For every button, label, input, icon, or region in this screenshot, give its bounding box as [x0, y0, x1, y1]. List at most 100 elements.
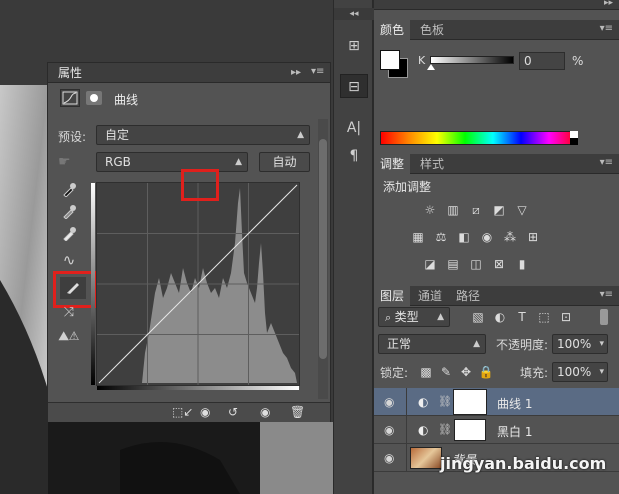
- adjustment-layer-icon: ◐: [418, 395, 429, 409]
- fill-input[interactable]: 100% ▾: [552, 362, 608, 382]
- lock-pixels-icon[interactable]: ✎: [438, 365, 454, 379]
- panel-menu-icon[interactable]: ▾≡: [600, 157, 613, 168]
- link-icon[interactable]: ⛓: [438, 395, 452, 408]
- curves-graph[interactable]: [91, 182, 300, 390]
- tab-styles[interactable]: 样式: [414, 154, 450, 174]
- layers-empty-area: [374, 472, 619, 494]
- delete-icon[interactable]: 🗑: [290, 405, 305, 419]
- channel-mixer-icon[interactable]: ⁂: [502, 230, 518, 244]
- warning-icon[interactable]: ⛰⚠: [56, 325, 82, 347]
- opacity-label: 不透明度:: [496, 338, 549, 352]
- k-channel-label: K: [418, 54, 426, 67]
- history-icon[interactable]: ⊞: [340, 34, 368, 58]
- right-panels: ▸▸ 颜色 色板 ▾≡ K 0 % 调整 样式 ▾≡ 添加调整 ☼ ▥ ⧄ ◩ …: [374, 0, 619, 494]
- photo-filter-icon[interactable]: ◉: [479, 230, 495, 244]
- opacity-input[interactable]: 100% ▾: [552, 334, 608, 354]
- panel-collapse-bar[interactable]: ▸▸: [374, 0, 619, 10]
- curve-draw-icon[interactable]: ∿: [56, 249, 82, 271]
- color-tabbar: 颜色 色板 ▾≡: [374, 20, 619, 40]
- dropdown-arrow-icon: ▲: [437, 312, 444, 322]
- tab-channels[interactable]: 通道: [412, 286, 448, 306]
- layer-name[interactable]: 黑白 1: [497, 423, 532, 440]
- layer-name[interactable]: 曲线 1: [497, 395, 532, 412]
- mask-thumbnail[interactable]: [453, 389, 487, 415]
- lock-transparent-icon[interactable]: ▩: [418, 365, 434, 379]
- auto-button[interactable]: 自动: [259, 152, 310, 172]
- eye-icon[interactable]: ◉: [384, 423, 398, 437]
- tab-layers[interactable]: 图层: [374, 286, 411, 306]
- filter-smart-icon[interactable]: ⊡: [558, 310, 574, 324]
- paragraph-icon[interactable]: ¶: [340, 144, 368, 168]
- gradient-map-icon[interactable]: ▮: [514, 257, 530, 271]
- blend-mode-value: 正常: [387, 337, 412, 351]
- properties-tabbar: 属性 ▸▸ ▾≡: [48, 63, 330, 83]
- levels-icon[interactable]: ▥: [445, 203, 461, 217]
- color-ramp[interactable]: [380, 131, 578, 145]
- pencil-icon[interactable]: [60, 277, 86, 299]
- dropdown-arrow-icon: ▲: [297, 130, 304, 140]
- color-lookup-icon[interactable]: ⊞: [525, 230, 541, 244]
- visibility-icon[interactable]: ◉: [260, 405, 270, 419]
- input-gradient: [97, 386, 299, 390]
- selective-color-icon[interactable]: ⊠: [491, 257, 507, 271]
- layer-filter-dropdown[interactable]: ⌕ 类型 ▲: [378, 307, 450, 327]
- eyedropper-white-icon[interactable]: [56, 225, 82, 247]
- eye-icon[interactable]: ◉: [384, 451, 398, 465]
- lock-position-icon[interactable]: ✥: [458, 365, 474, 379]
- panel-menu-icon[interactable]: ▾≡: [600, 23, 613, 34]
- channel-dropdown[interactable]: RGB ▲: [96, 152, 248, 172]
- tab-adjustments[interactable]: 调整: [374, 154, 411, 174]
- k-value-input[interactable]: 0: [519, 52, 565, 70]
- hue-saturation-icon[interactable]: ▦: [410, 230, 426, 244]
- tab-color[interactable]: 颜色: [374, 20, 411, 40]
- view-previous-icon[interactable]: ◉: [200, 405, 210, 419]
- color-balance-icon[interactable]: ⚖: [433, 230, 449, 244]
- tab-properties[interactable]: 属性: [52, 63, 88, 83]
- collapse-icon[interactable]: ▸▸: [604, 0, 613, 8]
- filter-toggle[interactable]: [600, 309, 608, 325]
- layer-thumbnail[interactable]: [410, 447, 442, 469]
- layer-row[interactable]: ◉ ◐ ⛓ 曲线 1: [374, 388, 619, 416]
- character-icon[interactable]: A|: [340, 116, 368, 140]
- exposure-icon[interactable]: ◩: [491, 203, 507, 217]
- mask-icon[interactable]: [86, 91, 102, 105]
- panel-menu-icon[interactable]: ▾≡: [600, 289, 613, 300]
- blend-mode-dropdown[interactable]: 正常 ▲: [378, 334, 486, 354]
- lock-all-icon[interactable]: 🔒: [478, 365, 494, 379]
- eyedropper-gray-icon[interactable]: [56, 203, 82, 225]
- brightness-icon[interactable]: ☼: [422, 203, 438, 217]
- layers-tabbar: 图层 通道 路径 ▾≡: [374, 286, 619, 306]
- collapse-dock-icon[interactable]: ◂◂: [334, 8, 374, 20]
- black-white-icon[interactable]: ◧: [456, 230, 472, 244]
- scrollbar-thumb[interactable]: [319, 139, 327, 359]
- vibrance-icon[interactable]: ▽: [514, 203, 530, 217]
- tab-paths[interactable]: 路径: [450, 286, 486, 306]
- smooth-icon[interactable]: ⤨: [56, 302, 82, 324]
- preset-dropdown[interactable]: 自定 ▲: [96, 125, 310, 145]
- properties-dock-icon[interactable]: ⊟: [340, 74, 368, 98]
- invert-icon[interactable]: ◪: [422, 257, 438, 271]
- threshold-icon[interactable]: ◫: [468, 257, 484, 271]
- hand-target-icon[interactable]: ☛: [58, 154, 71, 170]
- filter-shape-icon[interactable]: ⬚: [536, 310, 552, 324]
- mask-thumbnail[interactable]: [454, 419, 486, 441]
- layer-row[interactable]: ◉ ◐ ⛓ 黑白 1: [374, 416, 619, 444]
- reset-icon[interactable]: ↺: [228, 405, 238, 419]
- posterize-icon[interactable]: ▤: [445, 257, 461, 271]
- fill-value: 100%: [557, 365, 592, 379]
- scrollbar-track[interactable]: [318, 119, 328, 399]
- link-icon[interactable]: ⛓: [438, 423, 452, 436]
- filter-type-icon[interactable]: T: [514, 310, 530, 324]
- k-slider-handle[interactable]: [427, 64, 435, 70]
- panel-menu-icon[interactable]: ▾≡: [311, 66, 324, 77]
- curves-adj-icon[interactable]: ⧄: [468, 203, 484, 217]
- foreground-color-swatch[interactable]: [380, 50, 400, 70]
- clip-to-layer-icon[interactable]: ⬚↙: [172, 405, 193, 419]
- filter-adjustment-icon[interactable]: ◐: [492, 310, 508, 324]
- tab-swatches[interactable]: 色板: [414, 20, 450, 40]
- collapse-icon[interactable]: ▸▸: [291, 67, 301, 78]
- k-slider[interactable]: [430, 56, 514, 64]
- filter-pixel-icon[interactable]: ▧: [470, 310, 486, 324]
- eye-icon[interactable]: ◉: [384, 395, 398, 409]
- eyedropper-black-icon[interactable]: [56, 181, 82, 203]
